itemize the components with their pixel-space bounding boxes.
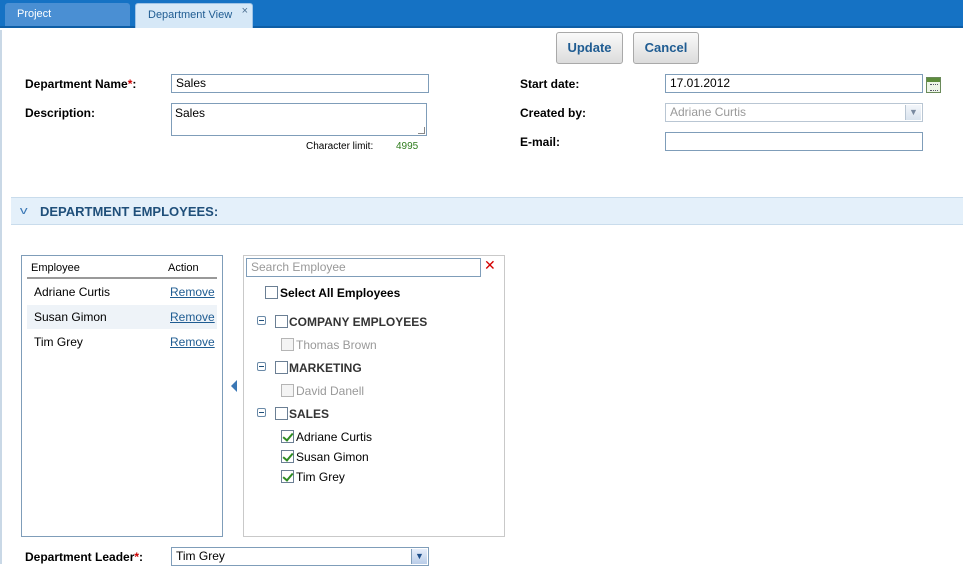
created-by-select: Adriane Curtis ▼ bbox=[665, 103, 923, 122]
collapse-minus-icon[interactable] bbox=[257, 408, 266, 417]
group-checkbox-marketing[interactable] bbox=[275, 361, 288, 374]
tab-department-view[interactable]: Department View × bbox=[135, 3, 253, 28]
member-label: Adriane Curtis bbox=[296, 430, 373, 444]
email-label: E-mail: bbox=[520, 135, 561, 149]
member-label: Susan Gimon bbox=[296, 450, 369, 464]
employees-table: Employee Action Adriane Curtis Remove Su… bbox=[21, 255, 223, 537]
member-label: Thomas Brown bbox=[296, 338, 377, 352]
department-employees-section[interactable]: v DEPARTMENT EMPLOYEES: bbox=[11, 197, 963, 225]
update-button[interactable]: Update bbox=[556, 32, 623, 64]
resize-grip-icon[interactable] bbox=[418, 127, 425, 134]
remove-link[interactable]: Remove bbox=[170, 285, 215, 299]
char-limit-label: Character limit: bbox=[306, 141, 374, 152]
group-label-marketing: MARKETING bbox=[289, 361, 362, 375]
description-text: Sales bbox=[175, 106, 206, 120]
cancel-button[interactable]: Cancel bbox=[633, 32, 699, 64]
search-employee-input[interactable]: Search Employee bbox=[246, 258, 481, 277]
employee-name: Adriane Curtis bbox=[34, 285, 111, 299]
email-input[interactable] bbox=[665, 132, 923, 151]
member-checkbox[interactable] bbox=[281, 450, 294, 463]
department-leader-label: Department Leader*: bbox=[25, 550, 144, 564]
member-checkbox[interactable] bbox=[281, 470, 294, 483]
description-label: Description: bbox=[25, 106, 96, 120]
select-all-label: Select All Employees bbox=[280, 286, 401, 300]
created-by-label: Created by: bbox=[520, 106, 587, 120]
calendar-icon[interactable] bbox=[926, 77, 941, 93]
char-limit-count: 4995 bbox=[396, 141, 419, 152]
description-textarea[interactable]: Sales bbox=[171, 103, 427, 136]
left-edge bbox=[0, 30, 2, 564]
table-header: Employee Action bbox=[27, 258, 217, 279]
start-date-label: Start date: bbox=[520, 77, 580, 91]
column-employee: Employee bbox=[31, 262, 80, 274]
created-by-value: Adriane Curtis bbox=[670, 105, 747, 119]
member-checkbox bbox=[281, 384, 294, 397]
chevron-down-icon[interactable]: v bbox=[20, 205, 28, 217]
department-name-input[interactable]: Sales bbox=[171, 74, 429, 93]
department-leader-select[interactable]: Tim Grey ▼ bbox=[171, 547, 429, 566]
remove-link[interactable]: Remove bbox=[170, 310, 215, 324]
remove-link[interactable]: Remove bbox=[170, 335, 215, 349]
member-label: Tim Grey bbox=[296, 470, 345, 484]
table-row: Tim Grey Remove bbox=[27, 330, 217, 354]
table-row: Adriane Curtis Remove bbox=[27, 280, 217, 304]
employee-name: Tim Grey bbox=[34, 335, 83, 349]
tab-bar: Project Management Department View × bbox=[0, 0, 963, 42]
column-action: Action bbox=[168, 262, 199, 274]
collapse-left-icon[interactable] bbox=[231, 380, 237, 392]
collapse-minus-icon[interactable] bbox=[257, 316, 266, 325]
section-title: DEPARTMENT EMPLOYEES: bbox=[40, 204, 219, 219]
member-checkbox[interactable] bbox=[281, 430, 294, 443]
member-checkbox bbox=[281, 338, 294, 351]
tab-label: Project Management bbox=[17, 8, 82, 42]
department-name-label: Department Name*: bbox=[25, 77, 137, 91]
start-date-input[interactable]: 17.01.2012 bbox=[665, 74, 923, 93]
tab-label: Department View bbox=[148, 9, 233, 21]
group-label-company-employees: COMPANY EMPLOYEES bbox=[289, 315, 428, 329]
table-row: Susan Gimon Remove bbox=[27, 305, 217, 329]
department-leader-value: Tim Grey bbox=[176, 549, 225, 563]
collapse-minus-icon[interactable] bbox=[257, 362, 266, 371]
group-label-sales: SALES bbox=[289, 407, 330, 421]
group-checkbox-sales[interactable] bbox=[275, 407, 288, 420]
clear-search-icon[interactable]: ✕ bbox=[484, 258, 496, 272]
select-all-checkbox[interactable] bbox=[265, 286, 278, 299]
employee-name: Susan Gimon bbox=[34, 310, 107, 324]
close-icon[interactable]: × bbox=[242, 0, 248, 22]
tab-project-management[interactable]: Project Management bbox=[5, 3, 130, 42]
chevron-down-icon[interactable]: ▼ bbox=[411, 549, 427, 564]
member-label: David Danell bbox=[296, 384, 365, 398]
group-checkbox-company-employees[interactable] bbox=[275, 315, 288, 328]
chevron-down-icon: ▼ bbox=[905, 105, 921, 120]
